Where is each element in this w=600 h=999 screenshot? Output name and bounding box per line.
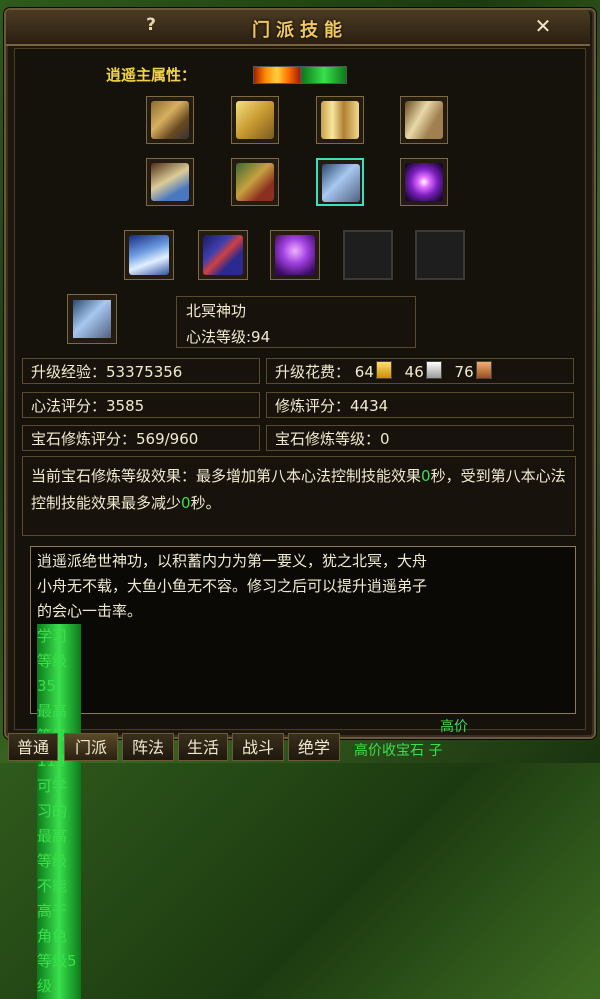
cost-gold-value: 64 bbox=[354, 363, 374, 381]
effect-value-1: 0 bbox=[421, 467, 431, 485]
silver-coin-icon bbox=[425, 361, 442, 379]
desc-line-3: 的会心一击率。 bbox=[37, 602, 143, 620]
skill-slot-6[interactable] bbox=[231, 158, 279, 206]
window-title: 门派技能 bbox=[252, 20, 348, 41]
scroll-icon bbox=[73, 300, 111, 338]
close-button[interactable]: ✕ bbox=[531, 14, 555, 38]
chest-icon bbox=[236, 163, 274, 201]
skill-slot-4[interactable] bbox=[400, 96, 448, 144]
learn-level: 学习等级35 bbox=[37, 624, 81, 699]
gem-slot-1[interactable] bbox=[124, 230, 174, 280]
selected-skill-icon[interactable] bbox=[67, 294, 117, 344]
scroll-icon bbox=[322, 164, 360, 202]
upgrade-cost: 升级花费： 64 46 76 bbox=[266, 358, 574, 384]
purple-aura-icon bbox=[275, 235, 315, 275]
skill-name: 北冥神功 bbox=[186, 302, 247, 320]
skill-slot-7-selected[interactable] bbox=[316, 158, 364, 206]
cost-silver-value: 46 bbox=[404, 363, 424, 381]
tab-formation[interactable]: 阵法 bbox=[122, 733, 174, 761]
copper-coin-icon bbox=[475, 361, 492, 379]
xiulian-score: 修炼评分：4434 bbox=[266, 392, 574, 418]
tab-normal[interactable]: 普通 bbox=[8, 733, 58, 761]
effect-value-2: 0 bbox=[181, 494, 191, 512]
gold-coin-icon bbox=[375, 361, 392, 379]
book-icon bbox=[236, 101, 274, 139]
effect-text-3: 秒。 bbox=[190, 494, 221, 512]
gem-effect-text: 当前宝石修炼等级效果：最多增加第八本心法控制技能效果0秒，受到第八本心法控制技能… bbox=[22, 456, 576, 536]
skill-slot-8[interactable] bbox=[400, 158, 448, 206]
skill-slot-1[interactable] bbox=[146, 96, 194, 144]
background-chat-text-2: 高价收宝石 子 bbox=[354, 743, 443, 759]
scroll-icon bbox=[321, 101, 359, 139]
fire-attribute-icon bbox=[253, 66, 301, 84]
level-limit: 可学习的最高等级不能高于角色等级5级 bbox=[37, 774, 81, 999]
scroll-icon bbox=[151, 163, 189, 201]
tab-battle[interactable]: 战斗 bbox=[232, 733, 284, 761]
skill-slot-5[interactable] bbox=[146, 158, 194, 206]
upgrade-exp: 升级经验：53375356 bbox=[22, 358, 260, 384]
gem-slot-3[interactable] bbox=[270, 230, 320, 280]
desc-line-2: 小舟无不载，大鱼小鱼无不容。修习之后可以提升逍遥弟子 bbox=[37, 577, 428, 595]
stick-icon bbox=[203, 235, 243, 275]
chest-icon bbox=[151, 101, 189, 139]
skill-slot-2[interactable] bbox=[231, 96, 279, 144]
wood-attribute-icon bbox=[301, 66, 347, 84]
background-chat-text-1: 高价 bbox=[440, 719, 468, 735]
desc-line-1: 逍遥派绝世神功，以积蓄内力为第一要义，犹之北冥，大舟 bbox=[37, 552, 428, 570]
skill-slot-3[interactable] bbox=[316, 96, 364, 144]
xinfa-score: 心法评分：3585 bbox=[22, 392, 260, 418]
cost-copper-value: 76 bbox=[454, 363, 474, 381]
gem-slot-5-empty[interactable] bbox=[415, 230, 465, 280]
skill-description: 逍遥派绝世神功，以积蓄内力为第一要义，犹之北冥，大舟 小舟无不载，大鱼小鱼无不容… bbox=[30, 546, 576, 999]
tab-ultimate[interactable]: 绝学 bbox=[288, 733, 340, 761]
effect-text-1: 当前宝石修炼等级效果：最多增加第八本心法控制技能效果 bbox=[31, 467, 422, 485]
gem-level: 宝石修炼等级：0 bbox=[266, 425, 574, 451]
main-attribute-label: 逍遥主属性： bbox=[106, 66, 197, 84]
upgrade-cost-label: 升级花费： bbox=[275, 363, 351, 381]
galaxy-icon bbox=[405, 163, 443, 201]
skill-level: 心法等级:94 bbox=[186, 328, 271, 346]
tab-menpai[interactable]: 门派 bbox=[64, 733, 118, 761]
tab-life[interactable]: 生活 bbox=[178, 733, 228, 761]
gem-slot-2[interactable] bbox=[198, 230, 248, 280]
scroll-icon bbox=[405, 101, 443, 139]
wave-icon bbox=[129, 235, 169, 275]
gem-slot-4-empty[interactable] bbox=[343, 230, 393, 280]
gem-score: 宝石修炼评分：569/960 bbox=[22, 425, 260, 451]
